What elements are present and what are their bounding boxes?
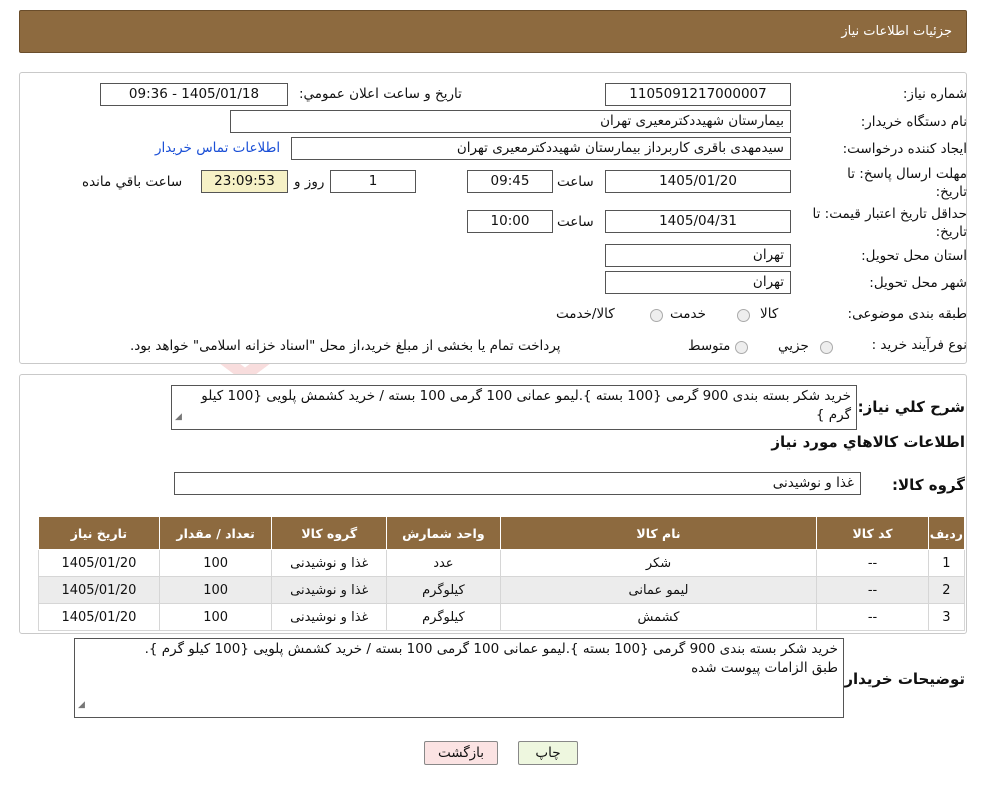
- group-label: گروه کالا:: [892, 476, 965, 494]
- cell-item-code: --: [816, 576, 929, 604]
- header-item-name: نام کالا: [499, 516, 818, 550]
- process-medium-radio[interactable]: [735, 341, 748, 354]
- city-label: شهر محل تحویل:: [869, 275, 967, 291]
- days-label: روز و: [294, 174, 325, 190]
- cell-item-group: غذا و نوشیدنی: [271, 576, 388, 604]
- cell-quantity: 100: [158, 576, 273, 604]
- summary-textarea[interactable]: خرید شکر بسته بندی 900 گرمی {100 بسته }.…: [171, 385, 857, 430]
- buyer-contact-link[interactable]: اطلاعات تماس خریدار: [155, 140, 280, 156]
- table-row: 2 -- لیمو عمانی کیلوگرم غذا و نوشیدنی 10…: [38, 576, 966, 604]
- buyer-notes-label: توضیحات خریدار:: [838, 670, 965, 688]
- deadline-time-field: 09:45: [467, 170, 553, 193]
- cell-item-name: شکر: [499, 549, 818, 577]
- items-title: اطلاعات کالاهاي مورد نیاز: [771, 433, 965, 451]
- table-row: 1 -- شکر عدد غذا و نوشیدنی 100 1405/01/2…: [38, 549, 966, 577]
- cell-item-code: --: [816, 549, 929, 577]
- cell-item-code: --: [816, 603, 929, 631]
- buyer-org-label: نام دستگاه خریدار:: [860, 114, 967, 130]
- summary-text: خرید شکر بسته بندی 900 گرمی {100 بسته }.…: [201, 388, 851, 423]
- need-number-label: شماره نیاز:: [902, 86, 967, 102]
- cell-need-date: 1405/01/20: [38, 549, 160, 577]
- process-option-small: جزیي: [778, 338, 809, 354]
- price-validity-label: حداقل تاریخ اعتبار قیمت: تا تاریخ:: [812, 206, 967, 240]
- cell-item-name: لیمو عمانی: [499, 576, 818, 604]
- summary-label: شرح کلي نیاز:: [857, 398, 965, 416]
- process-label: نوع فرآیند خرید :: [871, 337, 967, 353]
- resize-grip-icon[interactable]: ◢: [175, 408, 182, 427]
- cell-quantity: 100: [158, 549, 273, 577]
- deadline-label: مهلت ارسال پاسخ: تا تاریخ:: [847, 166, 967, 200]
- resize-grip-icon[interactable]: ◢: [78, 696, 85, 715]
- category-option-goods: کالا: [760, 306, 779, 322]
- items-table: ردیف کد کالا نام کالا واحد شمارش گروه کا…: [38, 516, 966, 631]
- table-header-row: ردیف کد کالا نام کالا واحد شمارش گروه کا…: [38, 516, 966, 550]
- creator-label: ایجاد کننده درخواست:: [842, 141, 967, 157]
- announce-datetime-field: 1405/01/18 - 09:36: [100, 83, 288, 106]
- price-validity-time-label: ساعت: [557, 214, 594, 230]
- buyer-notes-line-1: خرید شکر بسته بندی 900 گرمی {100 بسته }.…: [144, 641, 838, 657]
- header-unit: واحد شمارش: [386, 516, 501, 550]
- cell-row-number: 1: [927, 549, 966, 577]
- cell-row-number: 2: [927, 576, 966, 604]
- cell-unit: کیلوگرم: [386, 603, 501, 631]
- cell-quantity: 100: [158, 603, 273, 631]
- province-field: تهران: [605, 244, 791, 267]
- price-validity-time-field: 10:00: [467, 210, 553, 233]
- buyer-org-field: بیمارستان شهیددکترمعیری تهران: [230, 110, 791, 133]
- process-note: پرداخت تمام یا بخشی از مبلغ خرید،از محل …: [130, 338, 561, 354]
- price-validity-date-field: 1405/04/31: [605, 210, 791, 233]
- category-goods-radio[interactable]: [737, 309, 750, 322]
- days-field: 1: [330, 170, 416, 193]
- cell-need-date: 1405/01/20: [38, 603, 160, 631]
- remaining-time-field: 23:09:53: [201, 170, 288, 193]
- cell-unit: عدد: [386, 549, 501, 577]
- category-label: طبقه بندی موضوعی:: [847, 306, 967, 322]
- cell-item-group: غذا و نوشیدنی: [271, 603, 388, 631]
- creator-field: سیدمهدی باقری کاربرداز بیمارستان شهیددکت…: [291, 137, 791, 160]
- deadline-date-field: 1405/01/20: [605, 170, 791, 193]
- page-title: جزئیات اطلاعات نیاز: [841, 24, 952, 39]
- process-small-radio[interactable]: [820, 341, 833, 354]
- page-header: جزئیات اطلاعات نیاز: [19, 10, 967, 53]
- city-field: تهران: [605, 271, 791, 294]
- header-row-number: ردیف: [927, 516, 966, 550]
- cell-need-date: 1405/01/20: [38, 576, 160, 604]
- header-item-group: گروه کالا: [271, 516, 388, 550]
- header-quantity: تعداد / مقدار: [158, 516, 273, 550]
- cell-item-group: غذا و نوشیدنی: [271, 549, 388, 577]
- process-option-medium: متوسط: [688, 338, 731, 354]
- category-option-goods-service: کالا/خدمت: [556, 306, 615, 322]
- cell-unit: کیلوگرم: [386, 576, 501, 604]
- table-row: 3 -- کشمش کیلوگرم غذا و نوشیدنی 100 1405…: [38, 603, 966, 631]
- print-button[interactable]: چاپ: [518, 741, 578, 765]
- group-field: غذا و نوشیدنی: [174, 472, 861, 495]
- remaining-label: ساعت باقي مانده: [82, 174, 183, 190]
- category-option-service: خدمت: [670, 306, 706, 322]
- category-service-radio[interactable]: [650, 309, 663, 322]
- deadline-time-label: ساعت: [557, 174, 594, 190]
- announce-label: تاریخ و ساعت اعلان عمومي:: [299, 86, 462, 102]
- header-item-code: کد کالا: [816, 516, 929, 550]
- back-button[interactable]: بازگشت: [424, 741, 498, 765]
- buyer-notes-textarea[interactable]: خرید شکر بسته بندی 900 گرمی {100 بسته }.…: [74, 638, 844, 718]
- header-need-date: تاریخ نیاز: [38, 516, 160, 550]
- need-number-field: 1105091217000007: [605, 83, 791, 106]
- province-label: استان محل تحویل:: [861, 248, 967, 264]
- buyer-notes-line-2: طبق الزامات پیوست شده: [691, 660, 838, 676]
- cell-item-name: کشمش: [499, 603, 818, 631]
- cell-row-number: 3: [927, 603, 966, 631]
